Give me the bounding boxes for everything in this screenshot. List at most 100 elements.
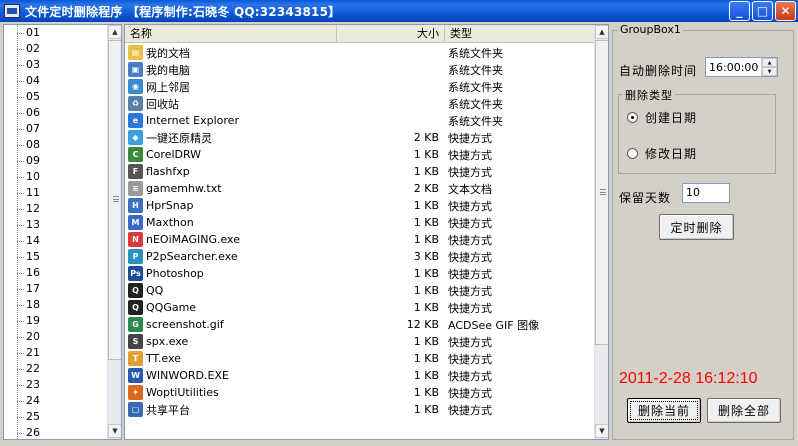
table-row[interactable]: M Maxthon 1 KB 快捷方式 — [125, 214, 595, 231]
scroll-down-arrow-icon[interactable]: ▼ — [108, 424, 121, 438]
window-controls: _ □ ✕ — [729, 1, 796, 21]
file-name-cell[interactable]: ▣ 我的电脑 — [125, 62, 337, 78]
file-name-cell[interactable]: ◆ 一键还原精灵 — [125, 130, 337, 146]
tree-item[interactable]: 24 — [4, 393, 121, 409]
file-name-cell[interactable]: T TT.exe — [125, 351, 337, 366]
table-row[interactable]: ♻ 回收站 系统文件夹 — [125, 95, 595, 112]
file-list[interactable]: 名称 大小 类型 ▤ 我的文档 系统文件夹 ▣ 我的电脑 系统文件夹 ◉ 网上邻居 系统文件夹 ♻… — [124, 24, 609, 440]
tree-item[interactable]: 16 — [4, 265, 121, 281]
time-spinner[interactable]: ▲ ▼ — [761, 58, 777, 76]
file-name-cell[interactable]: ✦ WoptiUtilities — [125, 385, 337, 400]
tree-scrollbar[interactable]: ▲ ▼ — [107, 25, 121, 439]
file-name-cell[interactable]: e Internet Explorer — [125, 113, 337, 128]
tree-item[interactable]: 05 — [4, 89, 121, 105]
tree-item[interactable]: 25 — [4, 409, 121, 425]
tree-item[interactable]: 12 — [4, 201, 121, 217]
table-row[interactable]: ≡ gamemhw.txt 2 KB 文本文档 — [125, 180, 595, 197]
tree-item[interactable]: 10 — [4, 169, 121, 185]
spin-down-icon[interactable]: ▼ — [762, 67, 777, 76]
file-name-cell[interactable]: Q QQGame — [125, 300, 337, 315]
tree-item[interactable]: 13 — [4, 217, 121, 233]
table-row[interactable]: T TT.exe 1 KB 快捷方式 — [125, 350, 595, 367]
table-row[interactable]: ▢ 共享平台 1 KB 快捷方式 — [125, 401, 595, 418]
file-name-cell[interactable]: Ps Photoshop — [125, 266, 337, 281]
tree-item[interactable]: 20 — [4, 329, 121, 345]
table-row[interactable]: ◉ 网上邻居 系统文件夹 — [125, 78, 595, 95]
table-row[interactable]: ▤ 我的文档 系统文件夹 — [125, 44, 595, 61]
table-row[interactable]: ◆ 一键还原精灵 2 KB 快捷方式 — [125, 129, 595, 146]
tree-item[interactable]: 07 — [4, 121, 121, 137]
scroll-thumb[interactable] — [108, 40, 121, 360]
table-row[interactable]: Q QQ 1 KB 快捷方式 — [125, 282, 595, 299]
column-header-type[interactable]: 类型 — [445, 25, 595, 43]
scroll-up-arrow-icon[interactable]: ▲ — [108, 25, 121, 39]
tree-item[interactable]: 09 — [4, 153, 121, 169]
tree-item[interactable]: 26 — [4, 425, 121, 439]
table-row[interactable]: Ps Photoshop 1 KB 快捷方式 — [125, 265, 595, 282]
tree-item[interactable]: 23 — [4, 377, 121, 393]
table-row[interactable]: ▣ 我的电脑 系统文件夹 — [125, 61, 595, 78]
tree-item[interactable]: 22 — [4, 361, 121, 377]
file-name-cell[interactable]: NnEOiMAGING.exe — [125, 232, 337, 247]
file-name-cell[interactable]: ▢ 共享平台 — [125, 402, 337, 418]
tree-item[interactable]: 01 — [4, 25, 121, 41]
file-name-cell[interactable]: ◉ 网上邻居 — [125, 79, 337, 95]
delete-all-button[interactable]: 删除全部 — [707, 398, 781, 423]
file-name-cell[interactable]: ♻ 回收站 — [125, 96, 337, 112]
tree-item[interactable]: 04 — [4, 73, 121, 89]
tree-item[interactable]: 21 — [4, 345, 121, 361]
table-row[interactable]: Q QQGame 1 KB 快捷方式 — [125, 299, 595, 316]
file-name-cell[interactable]: P P2pSearcher.exe — [125, 249, 337, 264]
table-row[interactable]: H HprSnap 1 KB 快捷方式 — [125, 197, 595, 214]
column-header-size[interactable]: 大小 — [337, 25, 445, 43]
tree-item[interactable]: 17 — [4, 281, 121, 297]
tree-item[interactable]: 15 — [4, 249, 121, 265]
scroll-up-arrow-icon[interactable]: ▲ — [595, 25, 608, 39]
tree-item[interactable]: 11 — [4, 185, 121, 201]
radio-selected-icon[interactable] — [627, 112, 638, 123]
table-row[interactable]: Sspx.exe 1 KB 快捷方式 — [125, 333, 595, 350]
table-row[interactable]: C CorelDRW 1 KB 快捷方式 — [125, 146, 595, 163]
table-row[interactable]: Fflashfxp 1 KB 快捷方式 — [125, 163, 595, 180]
radio-created-date[interactable]: 创建日期 — [627, 109, 697, 126]
file-name-cell[interactable]: Sspx.exe — [125, 334, 337, 349]
keep-days-input[interactable]: 10 — [682, 183, 730, 203]
file-name-cell[interactable]: W WINWORD.EXE — [125, 368, 337, 383]
file-name-cell[interactable]: H HprSnap — [125, 198, 337, 213]
tree-item[interactable]: 08 — [4, 137, 121, 153]
file-name-cell[interactable]: C CorelDRW — [125, 147, 337, 162]
delete-current-button[interactable]: 删除当前 — [627, 398, 701, 423]
file-name-cell[interactable]: Gscreenshot.gif — [125, 317, 337, 332]
tree-item[interactable]: 06 — [4, 105, 121, 121]
table-row[interactable]: Gscreenshot.gif 12 KB ACDSee GIF 图像 — [125, 316, 595, 333]
list-scrollbar[interactable]: ▲ ▼ — [594, 25, 608, 439]
scroll-down-arrow-icon[interactable]: ▼ — [595, 424, 608, 438]
table-row[interactable]: ✦ WoptiUtilities 1 KB 快捷方式 — [125, 384, 595, 401]
auto-delete-time-picker[interactable]: 16:00:00 ▲ ▼ — [705, 57, 778, 77]
maximize-button[interactable]: □ — [752, 1, 773, 21]
file-name-cell[interactable]: Fflashfxp — [125, 164, 337, 179]
tree-item[interactable]: 03 — [4, 57, 121, 73]
table-row[interactable]: e Internet Explorer 系统文件夹 — [125, 112, 595, 129]
radio-unselected-icon[interactable] — [627, 148, 638, 159]
spin-up-icon[interactable]: ▲ — [762, 58, 777, 67]
auto-delete-time-value[interactable]: 16:00:00 — [706, 61, 761, 74]
tree-item[interactable]: 02 — [4, 41, 121, 57]
file-name-cell[interactable]: M Maxthon — [125, 215, 337, 230]
table-row[interactable]: P P2pSearcher.exe 3 KB 快捷方式 — [125, 248, 595, 265]
tree-item[interactable]: 19 — [4, 313, 121, 329]
table-row[interactable]: NnEOiMAGING.exe 1 KB 快捷方式 — [125, 231, 595, 248]
table-row[interactable]: W WINWORD.EXE 1 KB 快捷方式 — [125, 367, 595, 384]
close-button[interactable]: ✕ — [775, 1, 796, 21]
tree-item[interactable]: 14 — [4, 233, 121, 249]
folder-tree[interactable]: 01 02 03 04 05 06 07 08 09 10 11 12 13 14 15 16 17 18 19 20… — [3, 24, 122, 440]
file-name-cell[interactable]: ≡ gamemhw.txt — [125, 181, 337, 196]
column-header-name[interactable]: 名称 — [125, 25, 337, 43]
timed-delete-button[interactable]: 定时删除 — [659, 214, 734, 240]
scroll-thumb[interactable] — [595, 40, 608, 345]
tree-item[interactable]: 18 — [4, 297, 121, 313]
radio-modified-date[interactable]: 修改日期 — [627, 145, 697, 162]
minimize-button[interactable]: _ — [729, 1, 750, 21]
file-name-cell[interactable]: ▤ 我的文档 — [125, 45, 337, 61]
file-name-cell[interactable]: Q QQ — [125, 283, 337, 298]
